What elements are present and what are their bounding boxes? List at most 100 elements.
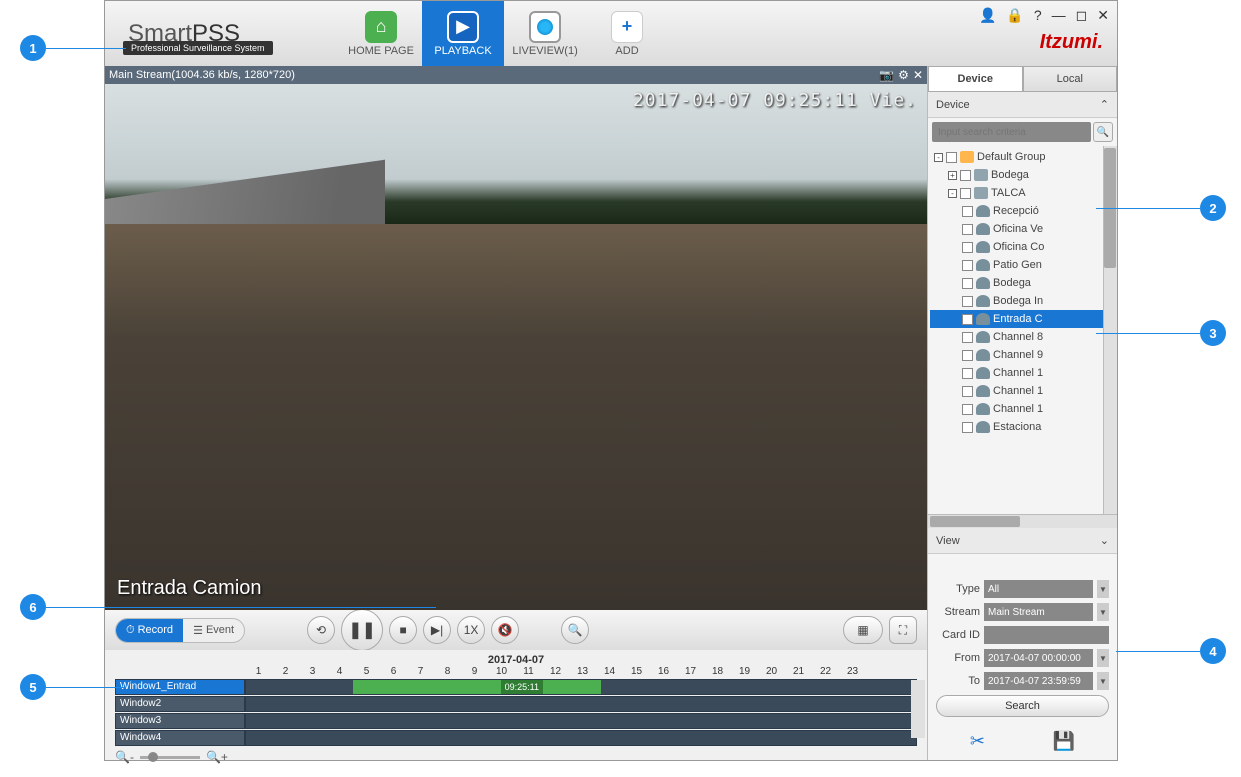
tree-item[interactable]: Channel 1 [930, 400, 1115, 418]
zoom-button[interactable]: 🔍 [561, 616, 589, 644]
checkbox[interactable] [962, 242, 973, 253]
settings-icon[interactable]: ⚙ [898, 68, 909, 82]
close-icon[interactable]: ✕ [1097, 7, 1109, 24]
tree-hscroll[interactable] [928, 514, 1117, 528]
checkbox[interactable] [960, 170, 971, 181]
tree-item[interactable]: Bodega [930, 274, 1115, 292]
layout-button[interactable]: ▦ [843, 616, 883, 644]
clip-icon[interactable]: ✂ [970, 731, 985, 752]
checkbox[interactable] [962, 386, 973, 397]
stop-button[interactable]: ■ [389, 616, 417, 644]
export-icon[interactable]: 💾 [1053, 731, 1075, 752]
sync-button[interactable]: ⟲ [307, 616, 335, 644]
timeline-row-label[interactable]: Window3 [115, 713, 245, 729]
event-tab[interactable]: ☰Event [183, 619, 244, 642]
view-section-header[interactable]: View⌄ [928, 528, 1117, 554]
timeline-track[interactable] [245, 713, 917, 729]
tree-item[interactable]: Patio Gen [930, 256, 1115, 274]
tree-item[interactable]: - TALCA [930, 184, 1115, 202]
maximize-icon[interactable]: ◻ [1076, 7, 1088, 24]
search-button[interactable]: 🔍 [1093, 122, 1113, 142]
stream-select[interactable]: Main Stream [984, 603, 1093, 621]
timeline-row[interactable]: Window2 [115, 696, 917, 712]
checkbox[interactable] [962, 314, 973, 325]
search-input[interactable] [932, 122, 1091, 142]
tree-item[interactable]: Channel 1 [930, 364, 1115, 382]
tree-item[interactable]: Recepció [930, 202, 1115, 220]
tree-item[interactable]: Channel 9 [930, 346, 1115, 364]
next-frame-button[interactable]: ▶| [423, 616, 451, 644]
dropdown-icon[interactable]: ▼ [1097, 603, 1109, 621]
tree-item[interactable]: Channel 1 [930, 382, 1115, 400]
tab-device[interactable]: Device [928, 66, 1023, 92]
zoom-in-icon[interactable]: 🔍+ [206, 750, 228, 764]
checkbox[interactable] [962, 404, 973, 415]
timeline-row-label[interactable]: Window2 [115, 696, 245, 712]
checkbox[interactable] [946, 152, 957, 163]
nav-liveview[interactable]: LIVEVIEW(1) [504, 1, 586, 66]
record-tab[interactable]: ⏱Record [116, 619, 183, 642]
close-video-icon[interactable]: ✕ [913, 68, 923, 82]
tree-item[interactable]: Oficina Co [930, 238, 1115, 256]
user-icon[interactable]: 👤 [979, 7, 996, 24]
tree-item[interactable]: Bodega In [930, 292, 1115, 310]
dropdown-icon[interactable]: ▼ [1097, 580, 1109, 598]
minimize-icon[interactable]: — [1052, 7, 1066, 24]
speed-button[interactable]: 1X [457, 616, 485, 644]
cardid-input[interactable] [984, 626, 1109, 644]
timeline-track[interactable] [245, 730, 917, 746]
device-section-header[interactable]: Device⌃ [928, 92, 1117, 118]
timeline-row-label[interactable]: Window1_Entrad [115, 679, 245, 695]
tree-item[interactable]: Channel 8 [930, 328, 1115, 346]
timeline-row-label[interactable]: Window4 [115, 730, 245, 746]
timeline-track[interactable]: 09:25:11 [245, 679, 917, 695]
collapse-icon[interactable]: - [948, 189, 957, 198]
nav-playback[interactable]: ▶PLAYBACK [422, 1, 504, 66]
search-button[interactable]: Search [936, 695, 1109, 717]
lock-icon[interactable]: 🔒 [1006, 7, 1023, 24]
help-icon[interactable]: ? [1034, 7, 1042, 24]
expand-icon[interactable]: + [948, 171, 957, 180]
playback-controls: ⏱Record ☰Event ⟲ ❚❚ ■ ▶| 1X 🔇 🔍 ▦ ⛶ [105, 610, 927, 650]
nav-home[interactable]: ⌂HOME PAGE [340, 1, 422, 66]
pause-button[interactable]: ❚❚ [341, 609, 383, 651]
checkbox[interactable] [962, 332, 973, 343]
timeline-row[interactable]: Window4 [115, 730, 917, 746]
fullscreen-button[interactable]: ⛶ [889, 616, 917, 644]
snapshot-icon[interactable]: 📷 [879, 68, 894, 82]
nav-add[interactable]: +ADD [586, 1, 668, 66]
checkbox[interactable] [962, 296, 973, 307]
to-datetime[interactable]: 2017-04-07 23:59:59 [984, 672, 1093, 690]
from-datetime[interactable]: 2017-04-07 00:00:00 [984, 649, 1093, 667]
timeline-row[interactable]: Window1_Entrad09:25:11 [115, 679, 917, 695]
tree-item[interactable]: Entrada C [930, 310, 1115, 328]
tree-item-label: TALCA [991, 187, 1026, 199]
tree-item-label: Bodega [991, 169, 1029, 181]
timeline-vscroll[interactable] [911, 680, 925, 738]
checkbox[interactable] [962, 278, 973, 289]
collapse-icon[interactable]: - [934, 153, 943, 162]
mute-button[interactable]: 🔇 [491, 616, 519, 644]
zoom-out-icon[interactable]: 🔍- [115, 750, 134, 764]
dropdown-icon[interactable]: ▼ [1097, 672, 1109, 690]
checkbox[interactable] [962, 206, 973, 217]
checkbox[interactable] [962, 422, 973, 433]
video-viewport[interactable]: 2017-04-07 09:25:11 Vie. Entrada Camion [105, 84, 927, 610]
checkbox[interactable] [962, 368, 973, 379]
checkbox[interactable] [960, 188, 971, 199]
callout-5: 5 [20, 674, 46, 700]
dropdown-icon[interactable]: ▼ [1097, 649, 1109, 667]
zoom-slider[interactable] [140, 756, 200, 759]
timeline-row[interactable]: Window3 [115, 713, 917, 729]
checkbox[interactable] [962, 224, 973, 235]
tree-item[interactable]: Oficina Ve [930, 220, 1115, 238]
type-select[interactable]: All [984, 580, 1093, 598]
tab-local[interactable]: Local [1023, 66, 1118, 92]
tree-vscroll[interactable] [1103, 146, 1117, 514]
checkbox[interactable] [962, 260, 973, 271]
tree-item[interactable]: + Bodega [930, 166, 1115, 184]
tree-root[interactable]: - Default Group [930, 148, 1115, 166]
timeline-track[interactable] [245, 696, 917, 712]
checkbox[interactable] [962, 350, 973, 361]
tree-item[interactable]: Estaciona [930, 418, 1115, 436]
